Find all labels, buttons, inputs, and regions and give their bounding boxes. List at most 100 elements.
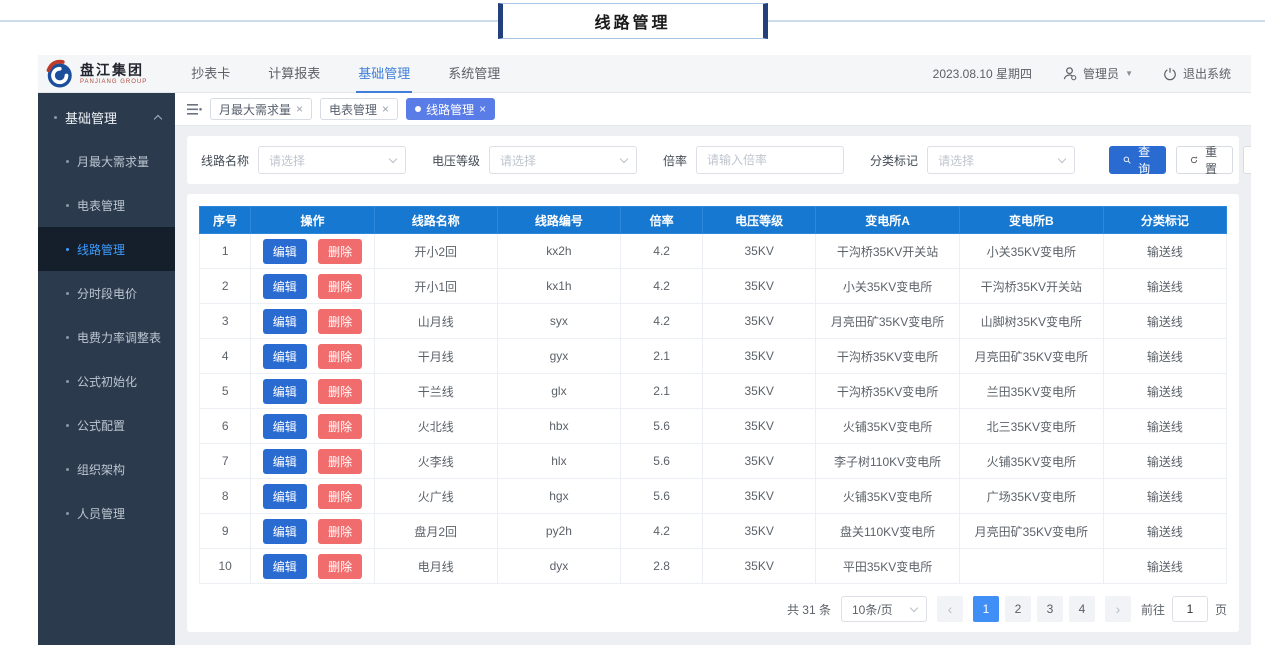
cell-ratio: 2.8 — [620, 548, 704, 584]
cell-line-name: 开小1回 — [373, 268, 498, 304]
nav-item[interactable]: 抄表卡 — [189, 55, 232, 93]
sidebar-item[interactable]: 公式配置 — [38, 403, 175, 447]
close-tab-icon[interactable]: × — [382, 102, 389, 116]
sidebar-item-label: 公式配置 — [77, 418, 126, 433]
edit-button[interactable]: 编辑 — [262, 448, 307, 474]
delete-button[interactable]: 删除 — [318, 308, 363, 334]
search-button-label: 查询 — [1138, 145, 1151, 176]
cell-tag: 输送线 — [1102, 548, 1228, 584]
page-size-select[interactable]: 10条/页 — [840, 596, 927, 622]
sidebar-item-label: 月最大需求量 — [77, 154, 150, 169]
delete-button[interactable]: 删除 — [318, 448, 363, 474]
sidebar-item[interactable]: 组织架构 — [38, 447, 175, 491]
sidebar-item[interactable]: 分时段电价 — [38, 271, 175, 315]
delete-button[interactable]: 删除 — [318, 343, 363, 369]
reset-button[interactable]: 重置 — [1176, 145, 1234, 176]
next-page-button[interactable]: › — [1104, 596, 1131, 622]
bullet-icon — [66, 291, 69, 295]
column-header: 倍率 — [620, 206, 704, 234]
bullet-icon — [66, 467, 69, 471]
tab-label: 电表管理 — [329, 102, 378, 117]
tag-select[interactable]: 请选择 — [927, 146, 1076, 174]
page-number-button[interactable]: 4 — [1068, 596, 1095, 622]
cell-line-code: dyx — [496, 548, 622, 584]
cell-station-a: 干沟桥35KV变电所 — [815, 373, 960, 409]
voltage-select[interactable]: 请选择 — [489, 146, 638, 174]
cell-line-code: hgx — [496, 478, 622, 514]
ratio-input[interactable] — [696, 146, 845, 174]
logout-label: 退出系统 — [1182, 67, 1231, 81]
edit-button[interactable]: 编辑 — [262, 308, 307, 334]
logout-button[interactable]: 退出系统 — [1163, 65, 1231, 82]
nav-item[interactable]: 系统管理 — [446, 55, 502, 93]
filter-bar: 线路名称 请选择 电压等级 请选择 倍率 请输入倍率 分类标记 请选择 查询 重… — [187, 136, 1251, 184]
cell-ratio: 5.6 — [620, 443, 704, 479]
sidebar-item-label: 分时段电价 — [77, 286, 138, 301]
delete-button[interactable]: 删除 — [318, 413, 363, 439]
content-area: 月最大需求量 × 电表管理 × 线路管理 × 线路名称 请选择 电压等级 请选择… — [175, 93, 1251, 645]
content-inner: 线路名称 请选择 电压等级 请选择 倍率 请输入倍率 分类标记 请选择 查询 重… — [175, 126, 1251, 645]
edit-button[interactable]: 编辑 — [262, 553, 307, 579]
sidebar-item[interactable]: 公式初始化 — [38, 359, 175, 403]
page-number-button[interactable]: 1 — [972, 596, 999, 622]
edit-button[interactable]: 编辑 — [262, 273, 307, 299]
cell-voltage: 35KV — [702, 373, 817, 409]
edit-button[interactable]: 编辑 — [262, 238, 307, 264]
tab[interactable]: 电表管理 × — [320, 98, 399, 120]
cell-voltage: 35KV — [702, 268, 817, 304]
close-tab-icon[interactable]: × — [479, 102, 486, 116]
edit-button[interactable]: 编辑 — [262, 378, 307, 404]
tab-list-icon[interactable] — [187, 103, 202, 116]
cell-line-code: syx — [496, 303, 622, 339]
delete-button[interactable]: 删除 — [318, 378, 363, 404]
tab[interactable]: 月最大需求量 × — [210, 98, 313, 120]
cell-voltage: 35KV — [702, 548, 817, 584]
edit-button[interactable]: 编辑 — [262, 483, 307, 509]
chevron-up-icon — [153, 114, 163, 123]
cell-line-code: hlx — [496, 443, 622, 479]
cell-station-b: 山脚树35KV变电所 — [958, 303, 1104, 339]
cell-tag: 输送线 — [1102, 513, 1228, 549]
sidebar-item[interactable]: 电表管理 — [38, 183, 175, 227]
delete-button[interactable]: 删除 — [318, 273, 363, 299]
edit-button[interactable]: 编辑 — [262, 413, 307, 439]
table-row: 1 编辑 删除 开小2回 kx2h 4.2 35KV 干沟桥35KV开关站 小关… — [198, 233, 1228, 269]
cell-station-b: 兰田35KV变电所 — [958, 373, 1104, 409]
cell-station-a: 小关35KV变电所 — [815, 268, 960, 304]
cell-ratio: 4.2 — [620, 268, 704, 304]
edit-button[interactable]: 编辑 — [262, 343, 307, 369]
sidebar-item[interactable]: 电费力率调整表 — [38, 315, 175, 359]
table-row: 7 编辑 删除 火李线 hlx 5.6 35KV 李子树110KV变电所 火铺3… — [198, 443, 1228, 479]
sidebar-item[interactable]: 线路管理 — [38, 227, 175, 271]
column-header: 分类标记 — [1102, 206, 1228, 234]
cell-actions: 编辑 删除 — [250, 478, 375, 514]
bullet-icon — [66, 423, 69, 427]
delete-button[interactable]: 删除 — [318, 483, 363, 509]
sidebar-item[interactable]: 月最大需求量 — [38, 139, 175, 183]
bullet-icon — [66, 203, 69, 207]
delete-button[interactable]: 删除 — [318, 238, 363, 264]
goto-page-input[interactable] — [1171, 596, 1208, 622]
user-icon — [1063, 67, 1077, 81]
line-name-select[interactable]: 请选择 — [258, 146, 407, 174]
edit-button[interactable]: 编辑 — [262, 518, 307, 544]
page-number-button[interactable]: 2 — [1004, 596, 1031, 622]
sidebar-item-label: 组织架构 — [77, 462, 126, 477]
close-tab-icon[interactable]: × — [296, 102, 303, 116]
prev-page-button[interactable]: ‹ — [936, 596, 963, 622]
add-button[interactable]: + 新增 — [1243, 146, 1251, 174]
nav-item[interactable]: 计算报表 — [266, 55, 322, 93]
nav-item[interactable]: 基础管理 — [356, 55, 413, 93]
sidebar-group-basic-mgmt[interactable]: 基础管理 — [38, 95, 175, 139]
sidebar-item-label: 电费力率调整表 — [77, 330, 162, 345]
search-button[interactable]: 查询 — [1109, 145, 1167, 176]
tab[interactable]: 线路管理 × — [406, 98, 496, 120]
page-number-button[interactable]: 3 — [1036, 596, 1063, 622]
user-name: 管理员 — [1083, 67, 1120, 81]
delete-button[interactable]: 删除 — [318, 518, 363, 544]
cell-tag: 输送线 — [1102, 373, 1228, 409]
delete-button[interactable]: 删除 — [318, 553, 363, 579]
bullet-icon — [66, 511, 69, 515]
user-menu[interactable]: 管理员 ▼ — [1062, 65, 1133, 82]
sidebar-item[interactable]: 人员管理 — [38, 491, 175, 535]
